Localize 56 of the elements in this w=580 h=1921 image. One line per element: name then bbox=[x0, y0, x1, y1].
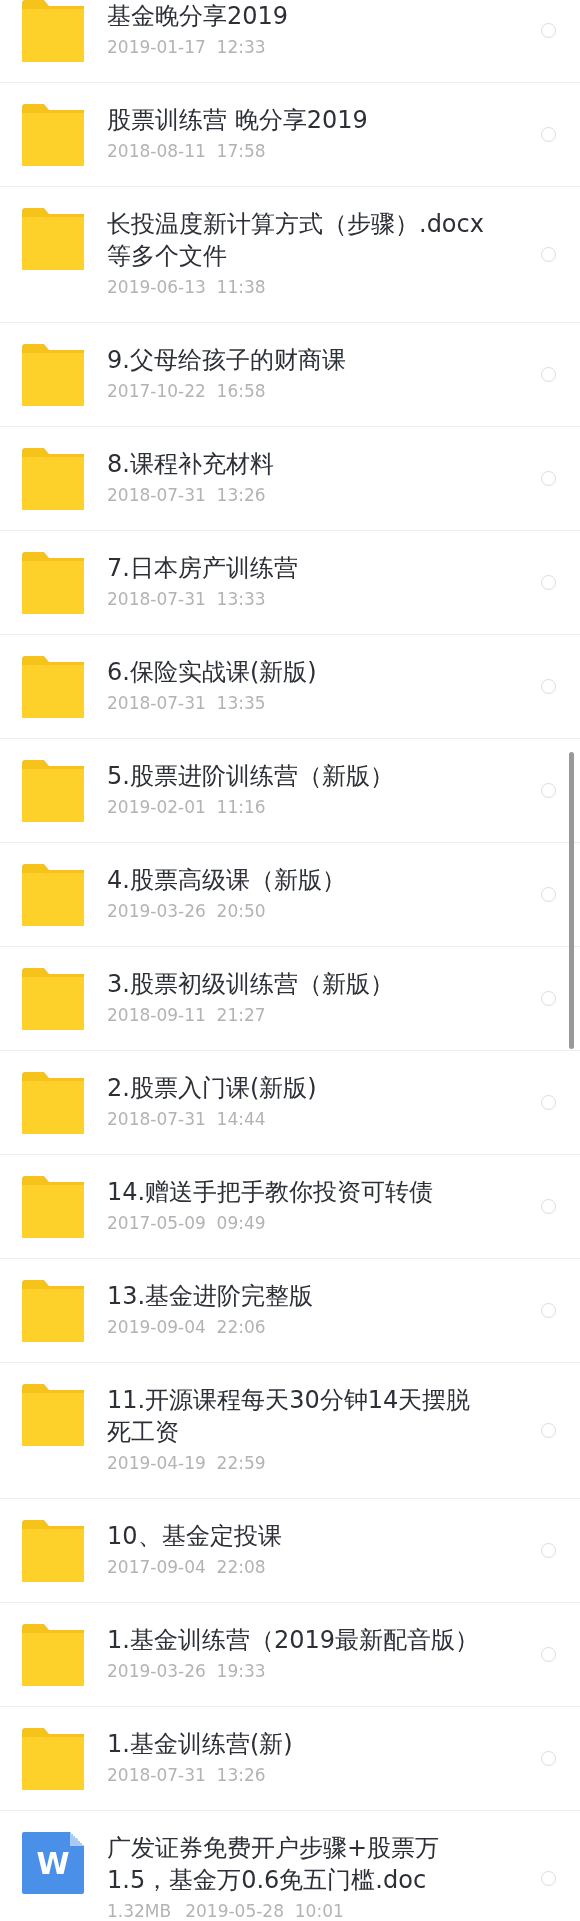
file-size: 1.32MB bbox=[107, 1900, 172, 1921]
file-name[interactable]: 1.基金训练营（2019最新配音版） bbox=[107, 1624, 485, 1656]
file-date: 2019-06-13 11:38 bbox=[107, 276, 266, 298]
file-name[interactable]: 9.父母给孩子的财商课 bbox=[107, 344, 485, 376]
file-name[interactable]: 10、基金定投课 bbox=[107, 1520, 485, 1552]
file-name[interactable]: 14.赠送手把手教你投资可转债 bbox=[107, 1176, 485, 1208]
folder-icon bbox=[22, 656, 84, 718]
file-date: 2019-02-01 11:16 bbox=[107, 796, 266, 818]
file-name[interactable]: 广发证券免费开户步骤+股票万1.5，基金万0.6免五门槛.doc bbox=[107, 1832, 485, 1896]
file-name[interactable]: 6.保险实战课(新版) bbox=[107, 656, 485, 688]
file-name[interactable]: 4.股票高级课（新版） bbox=[107, 864, 485, 896]
folder-icon bbox=[22, 1728, 84, 1790]
file-name[interactable]: 8.课程补充材料 bbox=[107, 448, 485, 480]
file-name[interactable]: 3.股票初级训练营（新版） bbox=[107, 968, 485, 1000]
folder-icon bbox=[22, 208, 84, 270]
file-name[interactable]: 基金晚分享2019 bbox=[107, 0, 485, 32]
file-name[interactable]: 1.基金训练营(新) bbox=[107, 1728, 485, 1760]
file-date: 2018-09-11 21:27 bbox=[107, 1004, 266, 1026]
file-date: 2018-07-31 13:35 bbox=[107, 692, 266, 714]
folder-icon bbox=[22, 0, 84, 62]
scrollbar[interactable] bbox=[569, 752, 574, 1049]
file-name[interactable]: 5.股票进阶训练营（新版） bbox=[107, 760, 485, 792]
file-date: 2017-09-04 22:08 bbox=[107, 1556, 266, 1578]
file-date: 2019-03-26 20:50 bbox=[107, 900, 266, 922]
folder-icon bbox=[22, 104, 84, 166]
file-date: 2018-07-31 14:44 bbox=[107, 1108, 266, 1130]
file-date: 2019-04-19 22:59 bbox=[107, 1452, 266, 1474]
folder-icon bbox=[22, 1384, 84, 1446]
file-name[interactable]: 11.开源课程每天30分钟14天摆脱死工资 bbox=[107, 1384, 485, 1448]
file-date: 2019-05-28 10:01 bbox=[185, 1900, 344, 1921]
folder-icon bbox=[22, 1176, 84, 1238]
folder-icon bbox=[22, 448, 84, 510]
folder-icon bbox=[22, 344, 84, 406]
folder-icon bbox=[22, 1072, 84, 1134]
file-date: 2018-07-31 13:26 bbox=[107, 1764, 266, 1786]
file-name[interactable]: 长投温度新计算方式（步骤）.docx等多个文件 bbox=[107, 208, 485, 272]
file-name[interactable]: 7.日本房产训练营 bbox=[107, 552, 485, 584]
folder-icon bbox=[22, 552, 84, 614]
file-date: 2019-03-26 19:33 bbox=[107, 1660, 266, 1682]
file-name[interactable]: 股票训练营 晚分享2019 bbox=[107, 104, 485, 136]
file-name[interactable]: 13.基金进阶完整版 bbox=[107, 1280, 485, 1312]
folder-icon bbox=[22, 760, 84, 822]
folder-icon bbox=[22, 1624, 84, 1686]
file-date: 2019-01-17 12:33 bbox=[107, 36, 266, 58]
file-date: 2018-07-31 13:33 bbox=[107, 588, 266, 610]
file-date: 2018-07-31 13:26 bbox=[107, 484, 266, 506]
folder-icon bbox=[22, 1520, 84, 1582]
file-name[interactable]: 2.股票入门课(新版) bbox=[107, 1072, 485, 1104]
folder-icon bbox=[22, 1280, 84, 1342]
folder-icon bbox=[22, 968, 84, 1030]
file-date: 2019-09-04 22:06 bbox=[107, 1316, 266, 1338]
file-date: 2017-05-09 09:49 bbox=[107, 1212, 266, 1234]
file-date: 2018-08-11 17:58 bbox=[107, 140, 266, 162]
folder-icon bbox=[22, 864, 84, 926]
document-icon: W bbox=[22, 1832, 84, 1894]
file-date: 2017-10-22 16:58 bbox=[107, 380, 266, 402]
